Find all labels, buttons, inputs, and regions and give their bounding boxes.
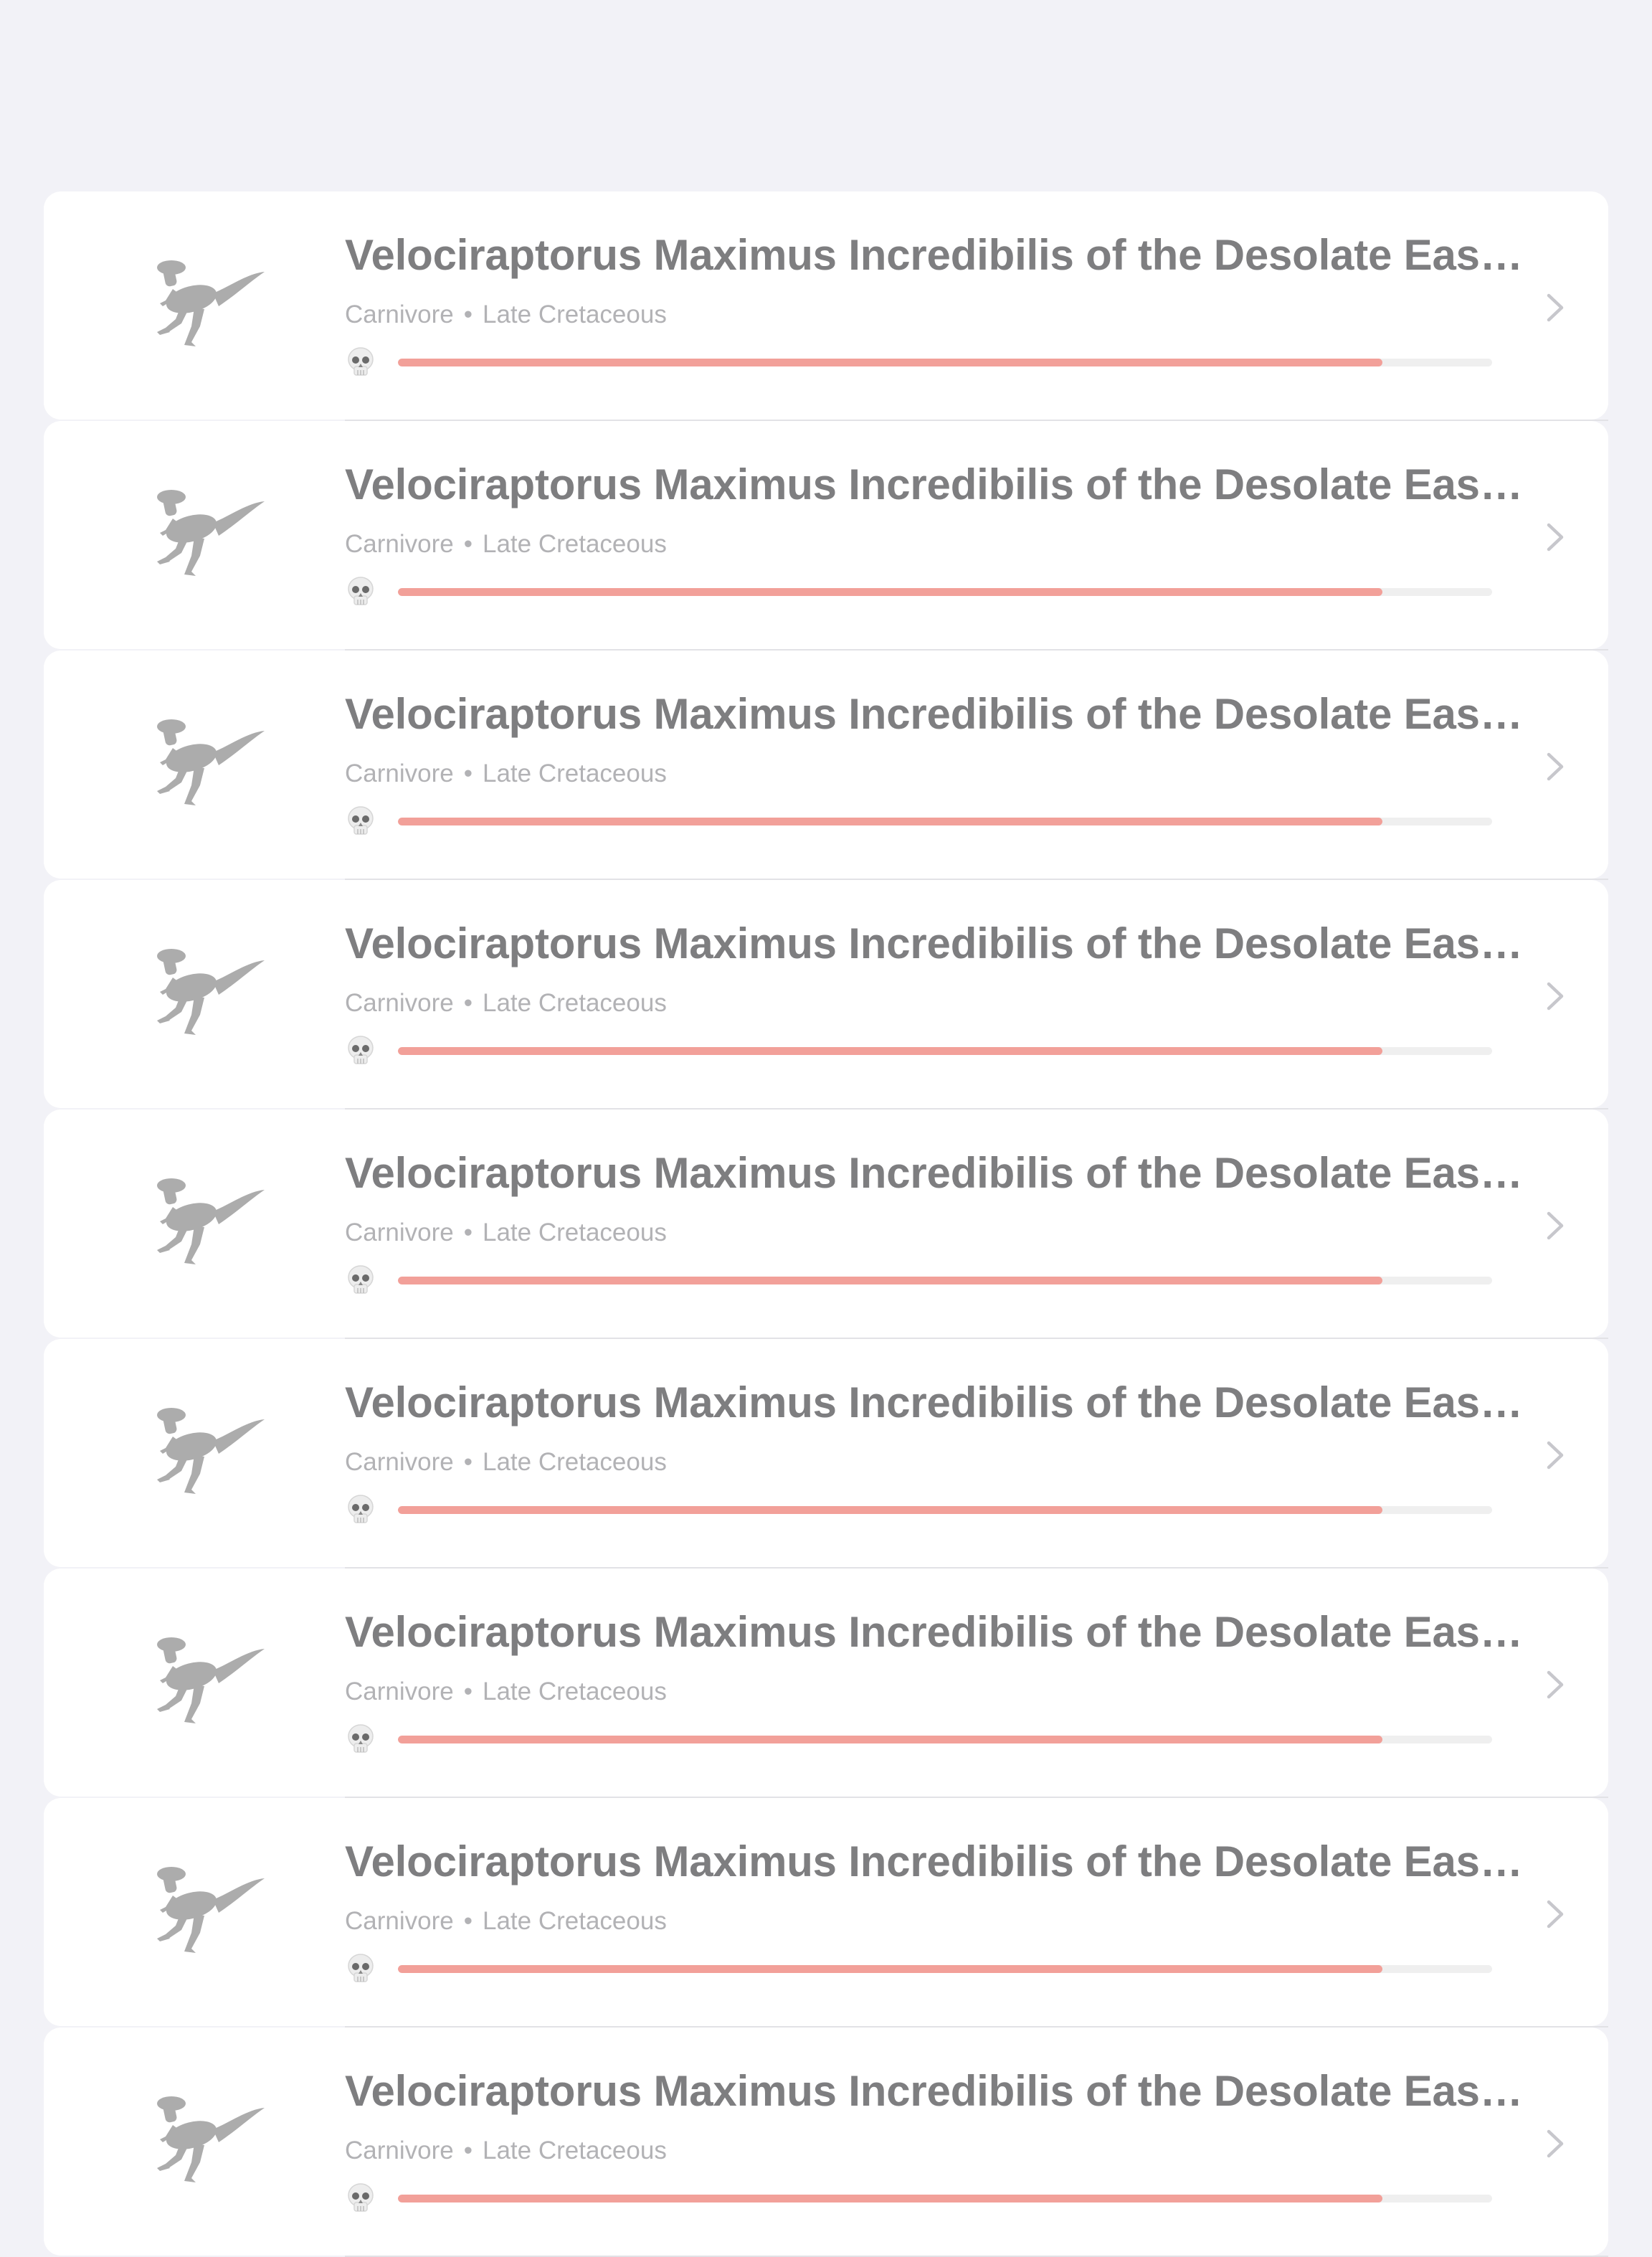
separator-dot: • bbox=[463, 530, 473, 558]
item-subtitle: Carnivore • Late Cretaceous bbox=[345, 1678, 667, 1706]
progress-fill bbox=[398, 2195, 1383, 2202]
diet-label: Carnivore bbox=[345, 530, 454, 558]
diet-label: Carnivore bbox=[345, 989, 454, 1017]
list-item[interactable]: Velociraptorus Maximus Incredibilis of t… bbox=[44, 421, 1608, 650]
chevron-right-icon bbox=[1544, 521, 1566, 553]
item-title: Velociraptorus Maximus Incredibilis of t… bbox=[345, 231, 1535, 279]
list-item[interactable]: Velociraptorus Maximus Incredibilis of t… bbox=[44, 2027, 1608, 2257]
item-title: Velociraptorus Maximus Incredibilis of t… bbox=[345, 2067, 1535, 2115]
period-label: Late Cretaceous bbox=[483, 1448, 667, 1476]
list-item[interactable]: Velociraptorus Maximus Incredibilis of t… bbox=[44, 650, 1608, 880]
diet-label: Carnivore bbox=[345, 2137, 454, 2164]
separator-dot: • bbox=[463, 1907, 473, 1935]
dinosaur-icon bbox=[144, 2093, 266, 2187]
progress-fill bbox=[398, 1047, 1383, 1055]
period-label: Late Cretaceous bbox=[483, 760, 667, 787]
item-title: Velociraptorus Maximus Incredibilis of t… bbox=[345, 1149, 1535, 1197]
item-title: Velociraptorus Maximus Incredibilis of t… bbox=[345, 1378, 1535, 1426]
diet-label: Carnivore bbox=[345, 1219, 454, 1246]
item-subtitle: Carnivore • Late Cretaceous bbox=[345, 989, 667, 1018]
progress-fill bbox=[398, 1965, 1383, 1973]
period-label: Late Cretaceous bbox=[483, 1678, 667, 1705]
list-item[interactable]: Velociraptorus Maximus Incredibilis of t… bbox=[44, 880, 1608, 1109]
progress-fill bbox=[398, 359, 1383, 366]
progress-bar bbox=[398, 1047, 1492, 1055]
skull-icon bbox=[346, 1264, 375, 1296]
item-subtitle: Carnivore • Late Cretaceous bbox=[345, 1219, 667, 1247]
progress-fill bbox=[398, 1277, 1383, 1284]
item-title: Velociraptorus Maximus Incredibilis of t… bbox=[345, 1837, 1535, 1885]
skull-icon bbox=[346, 576, 375, 607]
chevron-right-icon bbox=[1544, 1439, 1566, 1471]
dinosaur-icon bbox=[144, 1634, 266, 1728]
dinosaur-icon bbox=[144, 1405, 266, 1498]
item-subtitle: Carnivore • Late Cretaceous bbox=[345, 301, 667, 329]
period-label: Late Cretaceous bbox=[483, 1219, 667, 1246]
list-item[interactable]: Velociraptorus Maximus Incredibilis of t… bbox=[44, 1109, 1608, 1339]
progress-bar bbox=[398, 1506, 1492, 1514]
diet-label: Carnivore bbox=[345, 760, 454, 787]
chevron-right-icon bbox=[1544, 1210, 1566, 1241]
list-item[interactable]: Velociraptorus Maximus Incredibilis of t… bbox=[44, 1798, 1608, 2027]
dinosaur-icon bbox=[144, 1175, 266, 1269]
item-subtitle: Carnivore • Late Cretaceous bbox=[345, 530, 667, 559]
diet-label: Carnivore bbox=[345, 301, 454, 328]
chevron-right-icon bbox=[1544, 751, 1566, 782]
item-title: Velociraptorus Maximus Incredibilis of t… bbox=[345, 919, 1535, 967]
period-label: Late Cretaceous bbox=[483, 1907, 667, 1935]
item-subtitle: Carnivore • Late Cretaceous bbox=[345, 1907, 667, 1936]
dinosaur-icon bbox=[144, 1864, 266, 1957]
item-subtitle: Carnivore • Late Cretaceous bbox=[345, 1448, 667, 1477]
period-label: Late Cretaceous bbox=[483, 530, 667, 558]
separator-dot: • bbox=[463, 989, 473, 1017]
progress-bar bbox=[398, 818, 1492, 825]
list-item[interactable]: Velociraptorus Maximus Incredibilis of t… bbox=[44, 1568, 1608, 1798]
progress-bar bbox=[398, 359, 1492, 366]
skull-icon bbox=[346, 1494, 375, 1525]
item-title: Velociraptorus Maximus Incredibilis of t… bbox=[345, 460, 1535, 508]
period-label: Late Cretaceous bbox=[483, 301, 667, 328]
skull-icon bbox=[346, 2182, 375, 2214]
progress-bar bbox=[398, 1736, 1492, 1743]
skull-icon bbox=[346, 346, 375, 378]
chevron-right-icon bbox=[1544, 980, 1566, 1012]
item-subtitle: Carnivore • Late Cretaceous bbox=[345, 2137, 667, 2165]
list-item[interactable]: Velociraptorus Maximus Incredibilis of t… bbox=[44, 1339, 1608, 1568]
separator-dot: • bbox=[463, 760, 473, 787]
progress-bar bbox=[398, 1277, 1492, 1284]
chevron-right-icon bbox=[1544, 2128, 1566, 2159]
skull-icon bbox=[346, 1723, 375, 1755]
chevron-right-icon bbox=[1544, 1669, 1566, 1700]
separator-dot: • bbox=[463, 1219, 473, 1246]
separator-dot: • bbox=[463, 2137, 473, 2164]
item-subtitle: Carnivore • Late Cretaceous bbox=[345, 760, 667, 788]
dinosaur-icon bbox=[144, 487, 266, 580]
progress-fill bbox=[398, 588, 1383, 596]
skull-icon bbox=[346, 805, 375, 837]
progress-fill bbox=[398, 1506, 1383, 1514]
chevron-right-icon bbox=[1544, 292, 1566, 323]
dinosaur-icon bbox=[144, 716, 266, 810]
chevron-right-icon bbox=[1544, 1898, 1566, 1930]
skull-icon bbox=[346, 1953, 375, 1984]
separator-dot: • bbox=[463, 1678, 473, 1705]
diet-label: Carnivore bbox=[345, 1448, 454, 1476]
diet-label: Carnivore bbox=[345, 1678, 454, 1705]
dinosaur-icon bbox=[144, 257, 266, 351]
progress-fill bbox=[398, 1736, 1383, 1743]
list-item[interactable]: Velociraptorus Maximus Incredibilis of t… bbox=[44, 191, 1608, 421]
item-title: Velociraptorus Maximus Incredibilis of t… bbox=[345, 1608, 1535, 1656]
progress-bar bbox=[398, 2195, 1492, 2202]
separator-dot: • bbox=[463, 1448, 473, 1476]
progress-bar bbox=[398, 588, 1492, 596]
period-label: Late Cretaceous bbox=[483, 2137, 667, 2164]
skull-icon bbox=[346, 1035, 375, 1066]
period-label: Late Cretaceous bbox=[483, 989, 667, 1017]
separator-dot: • bbox=[463, 301, 473, 328]
dinosaur-icon bbox=[144, 946, 266, 1039]
progress-fill bbox=[398, 818, 1383, 825]
diet-label: Carnivore bbox=[345, 1907, 454, 1935]
item-title: Velociraptorus Maximus Incredibilis of t… bbox=[345, 690, 1535, 738]
progress-bar bbox=[398, 1965, 1492, 1973]
